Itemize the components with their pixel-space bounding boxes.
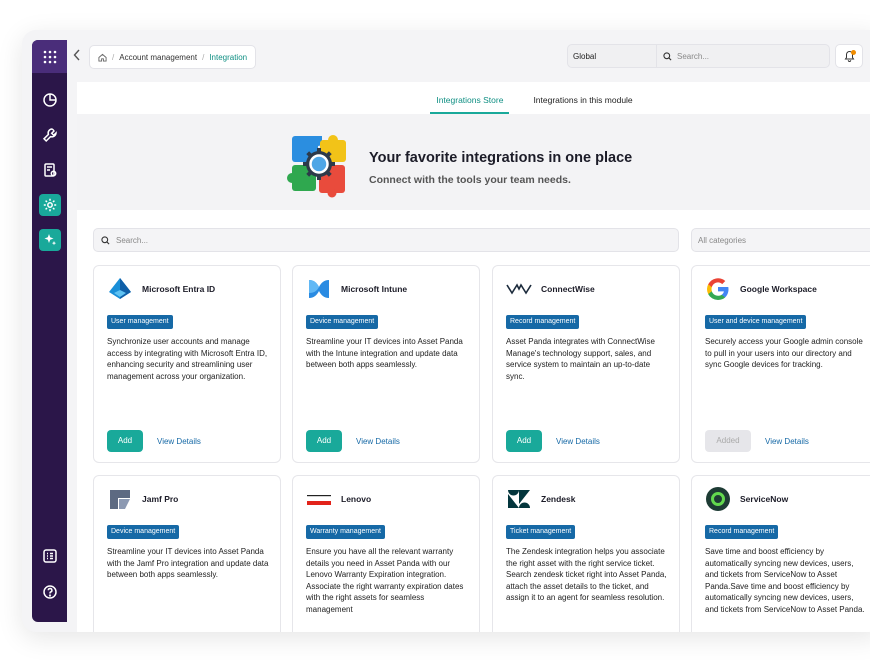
card-description: The Zendesk integration helps you associ…: [506, 547, 667, 602]
notification-dot: [851, 50, 856, 55]
card-title: Lenovo: [341, 494, 372, 504]
category-tag: Device management: [306, 315, 379, 329]
view-details-link[interactable]: View Details: [556, 437, 600, 446]
integration-card: Microsoft Intune Device management Strea…: [292, 265, 480, 463]
integration-card: Google Workspace User and device managem…: [691, 265, 870, 463]
google-icon: [705, 276, 731, 302]
category-tag: User management: [107, 315, 173, 329]
ai-sparkle-icon[interactable]: [38, 229, 61, 251]
report-icon[interactable]: [39, 159, 61, 181]
content-panel: Integrations Store Integrations in this …: [77, 82, 870, 632]
category-tag: Ticket management: [506, 525, 576, 539]
card-description: Streamline your IT devices into Asset Pa…: [306, 337, 463, 369]
global-search-placeholder: Search...: [677, 51, 710, 61]
integration-search-placeholder: Search...: [116, 235, 149, 245]
settings-gear-icon[interactable]: [38, 194, 61, 216]
zendesk-icon: [506, 486, 532, 512]
category-tag: Warranty management: [306, 525, 385, 539]
home-icon[interactable]: [98, 53, 107, 62]
tab-bar: Integrations Store Integrations in this …: [77, 82, 870, 114]
card-title: Microsoft Entra ID: [142, 284, 216, 294]
category-tag: User and device management: [705, 315, 807, 329]
tab-integrations-store[interactable]: Integrations Store: [430, 82, 510, 114]
integration-card: Jamf Pro Device management Streamline yo…: [93, 475, 281, 632]
category-tag: Record management: [705, 525, 779, 539]
add-button[interactable]: Add: [107, 430, 143, 452]
dashboard-icon[interactable]: [39, 89, 61, 111]
card-title: Jamf Pro: [142, 494, 179, 504]
sidebar: [32, 40, 67, 622]
breadcrumb-current: Integration: [209, 52, 248, 62]
category-tag: Device management: [107, 525, 180, 539]
breadcrumb-root[interactable]: Account management: [119, 53, 197, 62]
card-description: Save time and boost efficiency by automa…: [705, 547, 865, 614]
search-icon: [663, 51, 672, 60]
app-window: / Account management / Integration Globa…: [22, 30, 870, 632]
global-search-input[interactable]: Search...: [656, 44, 830, 68]
view-details-link[interactable]: View Details: [356, 437, 400, 446]
search-icon: [101, 235, 110, 244]
scope-select[interactable]: Global: [567, 44, 657, 68]
card-description: Securely access your Google admin consol…: [705, 337, 863, 369]
hero-banner: Your favorite integrations in one place …: [77, 114, 870, 210]
jamf-icon: [107, 486, 133, 512]
breadcrumb-separator: /: [112, 52, 115, 62]
integration-search-input[interactable]: Search...: [93, 228, 679, 252]
notifications-button[interactable]: [835, 44, 863, 68]
card-title: Zendesk: [541, 494, 576, 504]
apps-menu-button[interactable]: [32, 40, 67, 73]
category-tag: Record management: [506, 315, 580, 329]
tab-integrations-in-module[interactable]: Integrations in this module: [527, 82, 638, 114]
card-description: Asset Panda integrates with ConnectWise …: [506, 337, 655, 381]
integration-card: Microsoft Entra ID User management Synch…: [93, 265, 281, 463]
lenovo-icon: [306, 486, 332, 512]
list-icon[interactable]: [39, 545, 61, 567]
integration-card: Lenovo Warranty management Ensure you ha…: [292, 475, 480, 632]
view-details-link[interactable]: View Details: [765, 437, 809, 446]
category-select[interactable]: All categories: [691, 228, 870, 252]
card-title: ServiceNow: [740, 494, 789, 504]
hero-subtitle: Connect with the tools your team needs.: [369, 174, 571, 186]
card-title: Microsoft Intune: [341, 284, 408, 294]
connectwise-icon: [506, 276, 532, 302]
breadcrumb-separator: /: [202, 52, 205, 62]
microsoft-intune-icon: [306, 276, 332, 302]
puzzle-gear-icon: [287, 135, 346, 198]
card-description: Synchronize user accounts and manage acc…: [107, 337, 268, 381]
add-button[interactable]: Add: [306, 430, 342, 452]
servicenow-icon: [705, 486, 731, 512]
card-title: ConnectWise: [541, 284, 595, 294]
integration-card: ServiceNow Record management Save time a…: [691, 475, 870, 632]
view-details-link[interactable]: View Details: [157, 437, 201, 446]
card-title: Google Workspace: [740, 284, 817, 294]
hero-title: Your favorite integrations in one place: [369, 150, 633, 166]
integration-card: ConnectWise Record management Asset Pand…: [492, 265, 680, 463]
grid-icon: [43, 50, 56, 63]
help-icon[interactable]: [39, 581, 61, 603]
integration-card: Zendesk Ticket management The Zendesk in…: [492, 475, 680, 632]
breadcrumb: / Account management / Integration: [89, 45, 257, 69]
wrench-icon[interactable]: [39, 124, 61, 146]
added-button[interactable]: Added: [705, 430, 751, 452]
microsoft-entra-icon: [107, 276, 133, 302]
top-bar: / Account management / Integration Globa…: [67, 40, 870, 76]
collapse-sidebar-chevron-icon[interactable]: [73, 49, 87, 67]
add-button[interactable]: Add: [506, 430, 542, 452]
card-description: Ensure you have all the relevant warrant…: [306, 547, 464, 614]
card-description: Streamline your IT devices into Asset Pa…: [107, 547, 269, 579]
